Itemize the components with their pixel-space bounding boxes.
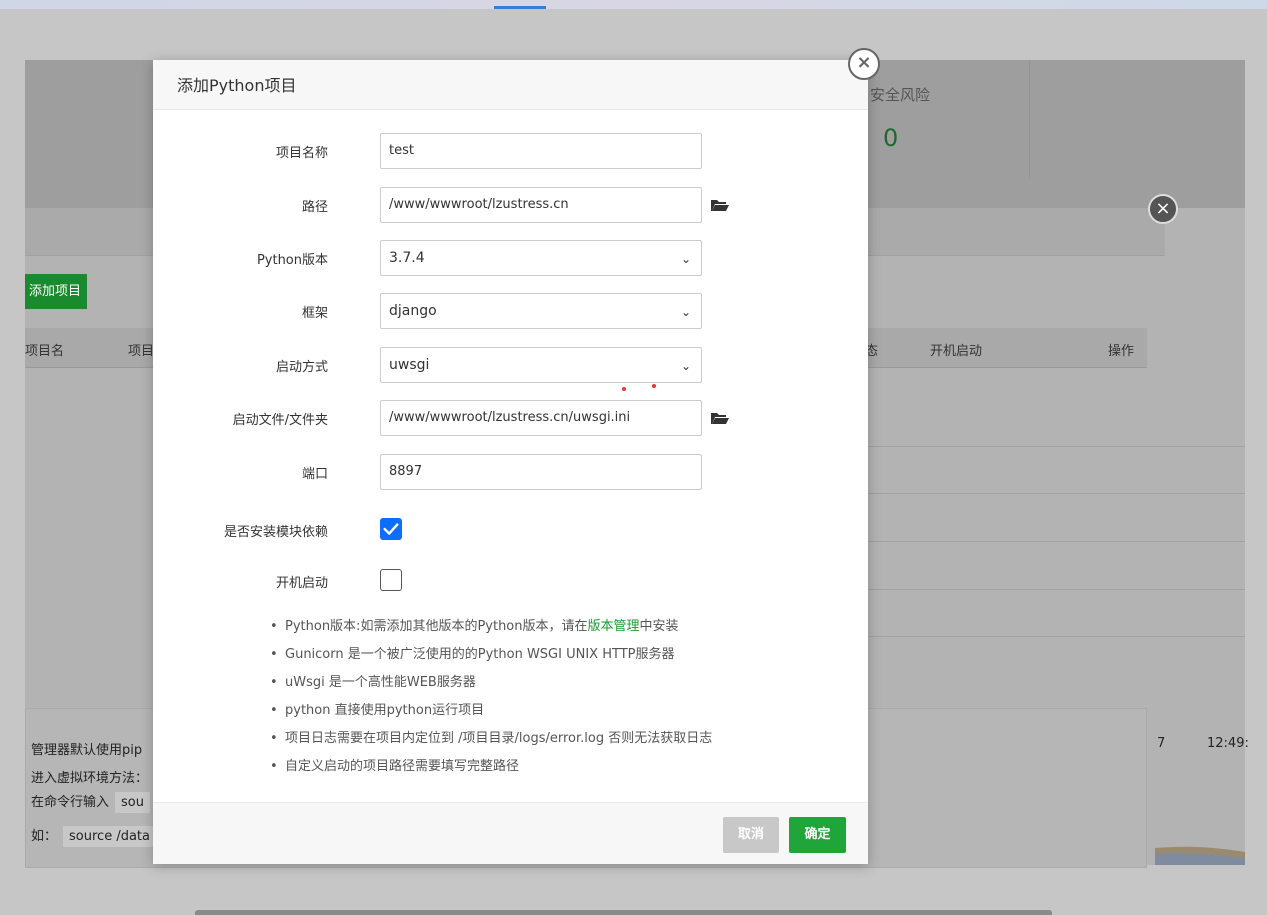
startup-method-value: uwsgi	[389, 357, 430, 373]
field-python-version: Python版本 3.7.4 ⌄	[153, 240, 868, 276]
tip-text: Python版本:如需添加其他版本的Python版本，请在	[285, 619, 588, 634]
field-project-name: 项目名称 test	[153, 133, 868, 169]
info-line: 在命令行输入 sou	[31, 791, 150, 813]
path-input[interactable]: /www/wwwroot/lzustress.cn	[380, 187, 702, 223]
tips-list: Python版本:如需添加其他版本的Python版本，请在版本管理中安装 Gun…	[270, 617, 850, 785]
port-input[interactable]: 8897	[380, 454, 702, 490]
chevron-down-icon: ⌄	[680, 359, 691, 373]
python-version-value: 3.7.4	[389, 250, 425, 266]
add-project-button[interactable]: 添加项目	[25, 274, 87, 309]
field-port: 端口 8897	[153, 454, 868, 490]
folder-open-icon[interactable]	[710, 197, 730, 213]
list-item: uWsgi 是一个高性能WEB服务器	[270, 673, 850, 701]
framework-value: django	[389, 303, 437, 319]
chart-time-label: 12:49:	[1207, 736, 1249, 751]
startup-file-input[interactable]: /www/wwwroot/lzustress.cn/uwsgi.ini	[380, 400, 702, 436]
chevron-down-icon: ⌄	[680, 305, 691, 319]
stat-label: 安全风险	[870, 86, 931, 104]
folder-open-icon[interactable]	[710, 410, 730, 426]
list-item: python 直接使用python运行项目	[270, 701, 850, 729]
field-framework: 框架 django ⌄	[153, 293, 868, 329]
cancel-button[interactable]: 取消	[723, 817, 779, 853]
list-item: 项目日志需要在项目内定位到 /项目目录/logs/error.log 否则无法获…	[270, 729, 850, 757]
project-name-input[interactable]: test	[380, 133, 702, 169]
python-version-label: Python版本	[256, 253, 328, 268]
background-chart	[1155, 846, 1245, 865]
list-item: 自定义启动的项目路径需要填写完整路径	[270, 757, 850, 785]
th-actions: 操作	[1108, 344, 1135, 359]
red-dot	[622, 387, 626, 391]
table-row	[865, 541, 1245, 542]
info-text: 在命令行输入	[31, 795, 110, 810]
th-project: 项目	[128, 344, 155, 359]
background-close-icon[interactable]: ×	[1148, 194, 1178, 224]
startup-file-label: 启动文件/文件夹	[232, 413, 328, 428]
taskbar-edge	[195, 910, 1052, 915]
field-startup-method: 启动方式 uwsgi ⌄	[153, 347, 868, 383]
startup-method-label: 启动方式	[275, 360, 328, 375]
framework-select[interactable]: django ⌄	[380, 293, 702, 329]
field-startup-file: 启动文件/文件夹 /www/wwwroot/lzustress.cn/uwsgi…	[153, 400, 868, 436]
install-deps-label: 是否安装模块依赖	[223, 525, 328, 540]
table-row	[865, 589, 1245, 590]
startup-method-select[interactable]: uwsgi ⌄	[380, 347, 702, 383]
autostart-label: 开机启动	[275, 576, 328, 591]
info-line: 如： source /data	[31, 825, 156, 847]
project-name-label: 项目名称	[275, 146, 328, 161]
list-item: Gunicorn 是一个被广泛使用的的Python WSGI UNIX HTTP…	[270, 645, 850, 673]
info-line: 进入虚拟环境方法：	[31, 771, 149, 786]
python-version-select[interactable]: 3.7.4 ⌄	[380, 240, 702, 276]
info-text: 如：	[31, 829, 58, 844]
security-risk-card: 安全风险 0	[860, 60, 1030, 178]
tip-text: 中安装	[639, 619, 679, 634]
autostart-checkbox[interactable]	[380, 569, 402, 591]
table-row	[865, 493, 1245, 494]
add-python-project-dialog: 添加Python项目 × 项目名称 test 路径 /www/wwwroot/l…	[153, 48, 880, 864]
path-label: 路径	[301, 200, 328, 215]
table-row	[865, 446, 1245, 447]
red-dot	[652, 384, 656, 388]
version-manager-link[interactable]: 版本管理	[588, 619, 640, 634]
th-project-name: 项目名	[25, 344, 65, 359]
info-code: sou	[115, 792, 150, 813]
close-icon[interactable]: ×	[848, 48, 880, 80]
framework-label: 框架	[301, 306, 328, 321]
confirm-button[interactable]: 确定	[789, 817, 846, 853]
info-code: source /data	[63, 826, 156, 847]
list-item: Python版本:如需添加其他版本的Python版本，请在版本管理中安装	[270, 617, 850, 645]
dialog-title: 添加Python项目	[153, 60, 868, 110]
th-autostart: 开机启动	[930, 344, 983, 359]
stat-value: 0	[883, 124, 899, 152]
table-row	[865, 636, 1245, 637]
install-deps-checkbox[interactable]	[380, 518, 402, 540]
browser-top-strip	[0, 0, 1267, 9]
port-label: 端口	[301, 467, 328, 482]
active-tab-indicator	[494, 6, 546, 9]
field-path: 路径 /www/wwwroot/lzustress.cn	[153, 187, 868, 223]
info-line: 管理器默认使用pip	[31, 743, 143, 758]
chevron-down-icon: ⌄	[680, 252, 691, 266]
chart-time-label: 7	[1157, 736, 1166, 751]
dialog-footer: 取消 确定	[153, 802, 868, 864]
checkmark-icon	[383, 523, 399, 535]
field-install-deps: 是否安装模块依赖	[153, 512, 868, 548]
field-autostart: 开机启动	[153, 563, 868, 599]
